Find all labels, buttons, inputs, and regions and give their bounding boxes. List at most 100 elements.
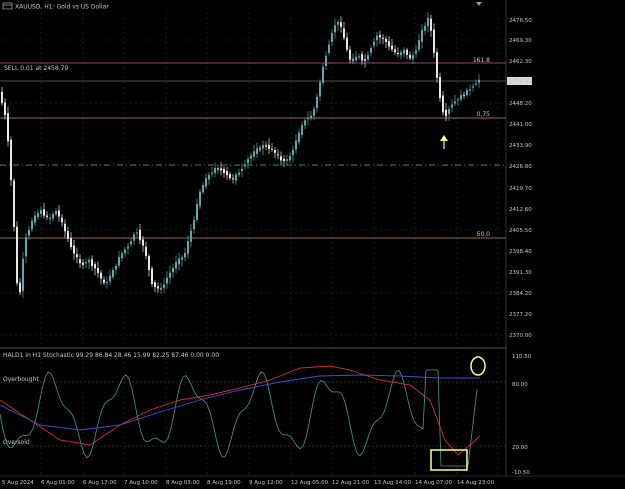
- price-tick: 2469.30: [509, 38, 532, 44]
- candle-body: [289, 155, 291, 161]
- candle-body: [16, 226, 18, 284]
- candle-body: [184, 252, 186, 258]
- candle-body: [7, 113, 9, 142]
- candle-body: [160, 287, 162, 290]
- candle-body: [448, 109, 450, 114]
- price-tick: 2426.80: [509, 164, 532, 170]
- indicator-title: HALD1 in H1 Stochastic 99.29 86.84 28.46…: [3, 352, 219, 359]
- candle-body: [127, 246, 129, 249]
- candle-body: [82, 262, 84, 265]
- candle-body: [313, 108, 315, 116]
- candle-body: [370, 47, 372, 53]
- oversold-label: Oversold: [3, 439, 30, 446]
- candle-body: [373, 41, 375, 46]
- candle-body: [130, 241, 132, 245]
- candle-body: [142, 239, 144, 246]
- candle-body: [121, 253, 123, 259]
- time-tick: 6 Aug 17:00: [83, 480, 117, 486]
- candle-body: [211, 172, 213, 174]
- candle-body: [163, 284, 165, 288]
- candle-body: [145, 246, 147, 256]
- candle-body: [472, 86, 474, 88]
- candle-body: [331, 33, 333, 42]
- candle-body: [406, 49, 408, 55]
- candle-body: [280, 156, 282, 161]
- candle-body: [295, 140, 297, 150]
- candle-body: [442, 95, 444, 113]
- candle-body: [415, 50, 417, 54]
- candle-body: [58, 210, 60, 217]
- candle-body: [379, 35, 381, 38]
- candle-body: [349, 49, 351, 60]
- candle-body: [328, 44, 330, 53]
- candle-body: [232, 178, 234, 180]
- candle-body: [70, 237, 72, 248]
- time-tick: 14 Aug 07:00: [415, 480, 453, 486]
- time-tick: 14 Aug 23:00: [457, 480, 495, 486]
- candle-body: [196, 203, 198, 220]
- chart-header: XAUUSD, H1: Gold vs US Dollar: [2, 2, 109, 11]
- candle-body: [154, 282, 156, 288]
- candle-body: [31, 220, 33, 230]
- candle-body: [283, 158, 285, 162]
- price-tick: 2412.60: [509, 207, 532, 213]
- candle-body: [382, 37, 384, 39]
- candle-body: [361, 54, 363, 61]
- candle-body: [220, 168, 222, 171]
- candle-body: [325, 55, 327, 67]
- candle-body: [112, 269, 114, 278]
- candle-body: [175, 261, 177, 269]
- candle-body: [103, 279, 105, 283]
- candle-body: [217, 167, 219, 171]
- candle-body: [46, 215, 48, 217]
- candle-body: [400, 52, 402, 56]
- candle-body: [409, 54, 411, 59]
- candle-body: [223, 169, 225, 173]
- candle-body: [43, 209, 45, 216]
- candle-body: [391, 45, 393, 50]
- chart-canvas[interactable]: XAUUSD, H1: Gold vs US Dollar SELL 0.01 …: [0, 0, 625, 489]
- candle-body: [25, 237, 27, 257]
- indicator-tick: -10.50: [512, 470, 530, 476]
- candle-body: [454, 101, 456, 104]
- candle-body: [262, 145, 264, 149]
- candle-body: [250, 155, 252, 159]
- candle-body: [178, 258, 180, 265]
- candle-body: [88, 259, 90, 263]
- candle-body: [73, 245, 75, 254]
- candle-body: [466, 90, 468, 96]
- candle-body: [385, 38, 387, 42]
- price-tick: 2441.00: [509, 122, 532, 128]
- indicator-tick: 110.50: [512, 354, 532, 360]
- candle-body: [94, 264, 96, 269]
- candle-body: [445, 109, 447, 117]
- candle-body: [109, 275, 111, 282]
- candle-body: [79, 259, 81, 264]
- candle-body: [133, 234, 135, 241]
- candle-body: [61, 217, 63, 223]
- candle-body: [199, 191, 201, 206]
- current-price-value: 2454.89: [509, 79, 532, 85]
- candle-body: [106, 281, 108, 284]
- candle-body: [286, 159, 288, 161]
- candle-body: [346, 37, 348, 50]
- candle-body: [49, 217, 51, 219]
- candle-body: [301, 125, 303, 135]
- price-tick: 2433.90: [509, 143, 532, 149]
- candle-body: [340, 22, 342, 27]
- candle-body: [259, 148, 261, 150]
- candle-body: [298, 132, 300, 143]
- candle-body: [334, 25, 336, 33]
- candle-body: [475, 83, 477, 85]
- price-tick: 2370.00: [509, 333, 532, 339]
- candle-body: [214, 168, 216, 174]
- candle-body: [190, 230, 192, 242]
- time-tick: 8 Aug 03:00: [166, 480, 200, 486]
- candle-body: [319, 82, 321, 97]
- time-tick: 8 Aug 19:00: [207, 480, 241, 486]
- candle-body: [97, 267, 99, 273]
- candle-body: [322, 67, 324, 83]
- time-tick: 12 Aug 05:00: [291, 480, 329, 486]
- candle-body: [310, 115, 312, 119]
- price-tick: 2419.70: [509, 186, 532, 192]
